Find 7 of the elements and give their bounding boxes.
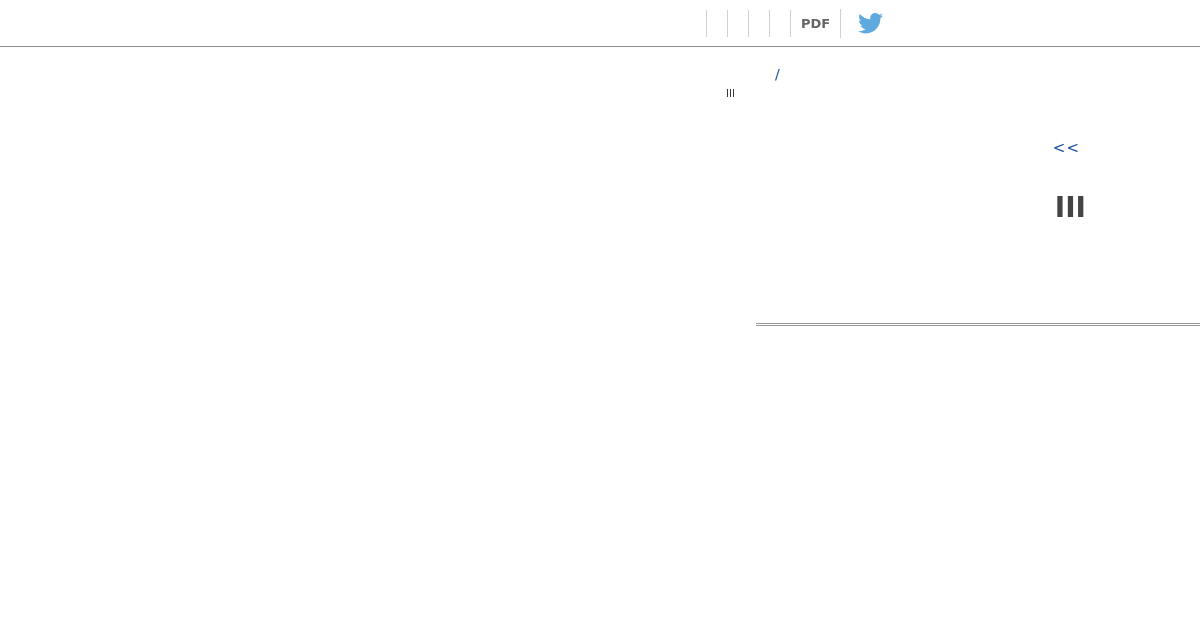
breadcrumb-separator-link[interactable]: / <box>775 66 780 82</box>
bird-button[interactable] <box>840 8 884 38</box>
roman-numeral-label: III <box>726 88 735 99</box>
back-link[interactable]: << <box>1052 139 1080 157</box>
bird-icon <box>858 12 884 34</box>
pdf-button[interactable]: PDF <box>790 9 841 37</box>
roman-numeral-heading: III <box>1054 193 1086 223</box>
